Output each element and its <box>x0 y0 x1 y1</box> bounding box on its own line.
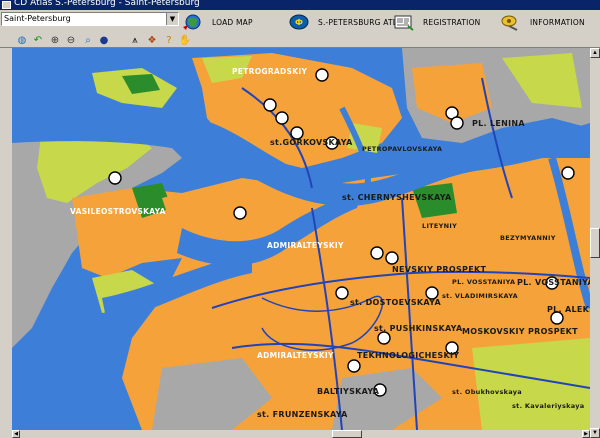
information-icon <box>501 15 518 31</box>
atlas-button[interactable]: Ф S.-PETERSBURG ATLAS <box>288 12 408 32</box>
label-tekhnologichesky: TEKHNOLOGICHESKIY <box>357 351 459 360</box>
south-east-green <box>472 338 590 430</box>
vertical-scroll-thumb[interactable] <box>590 228 600 258</box>
top-navigation-bar: Saint-Petersburg ▼ LOAD MAP Ф S.-PETERSB… <box>0 10 600 34</box>
city-select[interactable]: Saint-Petersburg ▼ <box>1 12 179 26</box>
scroll-left-icon[interactable]: ◀ <box>12 430 20 438</box>
magnifier-icon[interactable]: ⌕ <box>81 34 95 47</box>
metro-marker[interactable] <box>450 116 464 130</box>
label-frunzenskaya: st. FRUNZENSKAYA <box>257 410 348 419</box>
sphere-icon[interactable]: ● <box>97 34 111 47</box>
information-button[interactable]: INFORMATION <box>500 12 585 32</box>
undo-icon[interactable]: ↶ <box>31 34 45 47</box>
metro-marker[interactable] <box>561 166 575 180</box>
metro-marker[interactable] <box>263 98 277 112</box>
atlas-icon-letter: Ф <box>295 18 303 27</box>
scroll-right-icon[interactable]: ▶ <box>582 430 590 438</box>
horizontal-scroll-thumb[interactable] <box>332 430 362 438</box>
registration-label: REGISTRATION <box>423 17 481 27</box>
vertical-scrollbar[interactable]: ▲ ▼ <box>590 48 600 438</box>
compass-icon[interactable]: ⩚ <box>128 34 142 47</box>
map-left-border <box>0 48 12 438</box>
zoom-out-icon[interactable]: ⊖ <box>64 34 78 47</box>
label-vladimirskaya: st. VLADIMIRSKAYA <box>442 292 518 300</box>
app-icon <box>2 1 11 9</box>
zoom-in-icon[interactable]: ⊕ <box>48 34 62 47</box>
registration-button[interactable]: REGISTRATION <box>393 12 480 32</box>
metro-marker[interactable] <box>370 246 384 260</box>
label-admiraltejsky: ADMIRALTEYSKIY <box>267 241 344 250</box>
load-map-label: LOAD MAP <box>212 17 253 27</box>
metro-marker[interactable] <box>315 68 329 82</box>
atlas-icon: Ф <box>289 14 309 30</box>
title-bar: CD Atlas S.-Petersburg - Saint-Petersbur… <box>0 0 600 10</box>
label-nevsky: NEVSKIY PROSPEKT <box>392 265 486 274</box>
information-label: INFORMATION <box>530 17 585 27</box>
scroll-down-icon[interactable]: ▼ <box>590 428 600 438</box>
city-map[interactable]: PETROGRADSKIY VASILEOSTROVSKAYA ADMIRALT… <box>12 48 590 430</box>
window-title: CD Atlas S.-Petersburg - Saint-Petersbur… <box>14 0 200 8</box>
scroll-up-icon[interactable]: ▲ <box>590 48 600 58</box>
label-vasileostrovsky: VASILEOSTROVSKAYA <box>70 207 166 216</box>
metro-marker[interactable] <box>377 331 391 345</box>
city-select-value: Saint-Petersburg <box>4 14 71 23</box>
metro-marker[interactable] <box>385 251 399 265</box>
label-kavalerijskaya: st. Kavaleriyskaya <box>512 402 584 410</box>
label-smolny: PL. ALEKS <box>547 305 590 314</box>
metro-marker[interactable] <box>347 359 361 373</box>
label-ploschad: PL. VOSSTANIYA <box>452 278 515 286</box>
chevron-down-icon[interactable]: ▼ <box>166 13 178 25</box>
globe-load-icon <box>183 14 201 30</box>
metro-marker[interactable] <box>108 171 122 185</box>
map-canvas[interactable]: PETROGRADSKIY VASILEOSTROVSKAYA ADMIRALT… <box>12 48 590 430</box>
metro-marker[interactable] <box>233 206 247 220</box>
map-toolbar: ◍ ↶ ⊕ ⊖ ⌕ ● ⩚ ❖ ? ✋ <box>0 34 600 48</box>
label-pushkinskaya: st. PUSHKINSKAYA <box>374 324 463 333</box>
horizontal-scrollbar[interactable]: ◀ ▶ <box>12 430 590 438</box>
registration-icon <box>394 15 414 31</box>
label-bezymyanny: BEZYMYANNIY <box>500 234 556 242</box>
label-lenina: PL. LENINA <box>472 119 525 128</box>
metro-marker[interactable] <box>335 286 349 300</box>
load-map-button[interactable]: LOAD MAP <box>182 12 253 32</box>
label-kronverk: st.GORKOVSKAYA <box>270 138 353 147</box>
label-gostiny: st. DOSTOEVSKAYA <box>350 298 441 307</box>
label-moskovsky: MOSKOVSKIY PROSPEKT <box>462 327 578 336</box>
label-petrogradsky: PETROGRADSKIY <box>232 67 307 76</box>
globe-icon[interactable]: ◍ <box>15 34 29 47</box>
label-admiraltejsky-2: ADMIRALTEYSKIY <box>257 351 334 360</box>
label-pl-vosstaniya: PL. VOSSTANIYA <box>517 278 590 287</box>
label-chernyshevskaya: st. CHERNYSHEVSKAYA <box>342 193 452 202</box>
hand-icon[interactable]: ✋ <box>178 34 192 47</box>
metro-marker[interactable] <box>275 111 289 125</box>
help-icon[interactable]: ? <box>162 34 176 47</box>
label-petropavlovsk: PETROPAVLOVSKAYA <box>362 145 442 153</box>
layers-icon[interactable]: ❖ <box>145 34 159 47</box>
label-liteyny: LITEYNIY <box>422 222 457 230</box>
app-window: CD Atlas S.-Petersburg - Saint-Petersbur… <box>0 0 600 438</box>
label-baltiyskaya: BALTIYSKAYA <box>317 387 380 396</box>
label-obukhovskaya: st. Obukhovskaya <box>452 388 522 396</box>
